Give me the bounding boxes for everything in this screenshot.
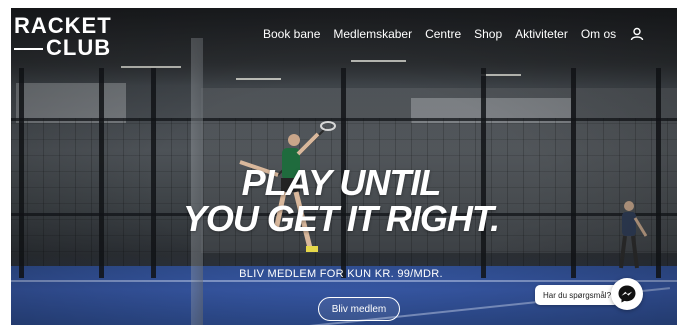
nav-item-aktiviteter[interactable]: Aktiviteter: [515, 27, 568, 41]
nav-item-medlemskaber[interactable]: Medlemskaber: [333, 27, 412, 41]
logo-line-racket: RACKET: [14, 13, 112, 38]
nav-item-om-os[interactable]: Om os: [581, 27, 616, 41]
nav-item-shop[interactable]: Shop: [474, 27, 502, 41]
messenger-icon: [618, 285, 636, 303]
logo-line-club: CLUB: [14, 37, 134, 59]
main-nav: Book bane Medlemskaber Centre Shop Aktiv…: [263, 27, 644, 41]
hero-headline: PLAY UNTIL YOU GET IT RIGHT.: [0, 165, 682, 237]
nav-item-centre[interactable]: Centre: [425, 27, 461, 41]
hero-subline: BLIV MEDLEM FOR KUN KR. 99/MDR.: [239, 268, 443, 280]
nav-item-book-bane[interactable]: Book bane: [263, 27, 320, 41]
user-icon[interactable]: [630, 27, 644, 41]
chat-button[interactable]: [611, 278, 643, 310]
join-button[interactable]: Bliv medlem: [318, 297, 400, 321]
site-logo[interactable]: RACKET CLUB: [14, 15, 134, 59]
headline-line-2: YOU GET IT RIGHT.: [182, 198, 500, 239]
chat-prompt[interactable]: Har du spørgsmål?: [535, 285, 620, 305]
headline-line-1: PLAY UNTIL: [241, 162, 442, 203]
